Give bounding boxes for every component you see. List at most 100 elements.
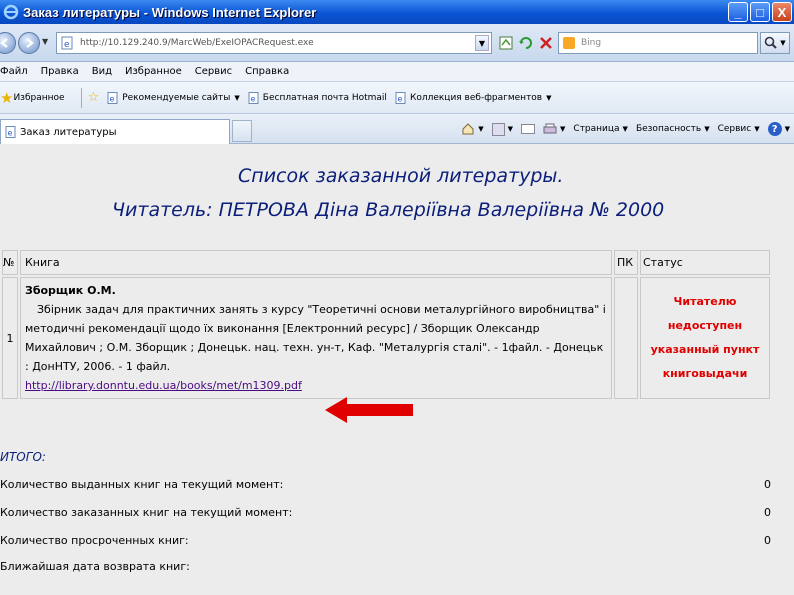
tab-row: e Заказ литературы ▼ ▼ ▼ Страница ▼ Безо… <box>0 114 794 144</box>
maximize-button[interactable]: □ <box>750 2 770 22</box>
favorites-bar: ★ Избранное ☆ e Рекомендуемые сайты ▼ e … <box>0 82 794 114</box>
table-row: 1 Зборщик О.М. Збірник задач для практич… <box>2 277 770 399</box>
back-button[interactable] <box>0 31 16 54</box>
page-icon: e <box>61 36 73 50</box>
stat-overdue-label: Количество просроченных книг: <box>0 534 189 547</box>
back-arrow-icon <box>0 37 8 48</box>
stop-icon <box>540 37 552 49</box>
fav-web-slices-label: Коллекция веб-фрагментов <box>409 92 543 103</box>
stat-overdue-value: 0 <box>764 534 771 547</box>
favorites-button[interactable]: ★ Избранное <box>0 89 65 107</box>
new-tab-button[interactable] <box>232 120 252 142</box>
forward-button[interactable] <box>18 31 40 54</box>
stop-button[interactable] <box>536 33 556 53</box>
book-link[interactable]: http://library.donntu.edu.ua/books/met/m… <box>25 379 302 392</box>
svg-text:e: e <box>250 94 255 103</box>
home-button[interactable]: ▼ <box>461 122 484 136</box>
minimize-button[interactable]: _ <box>728 2 748 22</box>
window-title: Заказ литературы - Windows Internet Expl… <box>23 4 317 20</box>
help-button[interactable]: ? ▼ <box>767 122 790 136</box>
history-dropdown-icon[interactable]: ▼ <box>42 37 48 46</box>
search-icon <box>764 36 778 49</box>
header-num: № <box>2 250 18 275</box>
page-content: Список заказанной литературы. Читатель: … <box>0 145 794 595</box>
page-menu[interactable]: Страница ▼ <box>573 124 628 134</box>
fav-hotmail[interactable]: e Бесплатная почта Hotmail <box>248 91 387 104</box>
favorites-label: Избранное <box>13 92 65 103</box>
compatibility-icon <box>499 36 513 50</box>
stat-issued-value: 0 <box>764 478 771 491</box>
book-author: Зборщик О.М. <box>25 284 116 297</box>
red-arrow-icon <box>325 397 413 423</box>
chevron-down-icon: ▼ <box>507 125 514 133</box>
address-url: http://10.129.240.9/MarcWeb/ExeIOPACRequ… <box>80 38 314 48</box>
compatibility-button[interactable] <box>496 33 516 53</box>
fav-suggested-label: Рекомендуемые сайты <box>122 92 231 103</box>
stat-issued-label: Количество выданных книг на текущий моме… <box>0 478 284 491</box>
address-input[interactable]: e http://10.129.240.9/MarcWeb/ExeIOPACRe… <box>56 32 492 54</box>
svg-text:e: e <box>110 94 115 103</box>
row-pk <box>614 277 638 399</box>
menu-edit[interactable]: Правка <box>41 66 79 77</box>
menu-tools[interactable]: Сервис <box>195 66 232 77</box>
address-toolbar: ▼ e http://10.129.240.9/MarcWeb/ExeIOPAC… <box>0 24 794 62</box>
ordered-books-table: № Книга ПК Статус 1 Зборщик О.М. Збірник… <box>0 248 772 401</box>
add-favorite-icon[interactable]: ☆ <box>88 90 100 105</box>
page-icon: e <box>248 91 259 104</box>
svg-text:e: e <box>8 129 13 138</box>
search-input[interactable]: Bing <box>558 32 758 54</box>
feeds-button[interactable]: ▼ <box>491 122 514 136</box>
home-icon <box>462 123 474 135</box>
tab-current[interactable]: e Заказ литературы <box>0 119 230 144</box>
fav-web-slices[interactable]: e Коллекция веб-фрагментов ▼ <box>395 91 552 104</box>
menu-file[interactable]: Файл <box>0 66 28 77</box>
menu-help[interactable]: Справка <box>245 66 289 77</box>
page-menu-label: Страница <box>573 124 620 134</box>
chevron-down-icon: ▼ <box>704 125 710 133</box>
chevron-down-icon: ▼ <box>754 125 760 133</box>
favorites-separator <box>80 87 82 108</box>
menu-view[interactable]: Вид <box>92 66 112 77</box>
search-dropdown-icon[interactable]: ▼ <box>780 39 785 47</box>
refresh-icon <box>519 37 532 49</box>
chevron-down-icon: ▼ <box>622 125 628 133</box>
print-button[interactable]: ▼ <box>543 123 565 136</box>
page-icon: e <box>5 126 16 138</box>
table-header-row: № Книга ПК Статус <box>2 250 770 275</box>
page-icon: e <box>107 91 118 104</box>
window-titlebar: Заказ литературы - Windows Internet Expl… <box>0 0 794 24</box>
chevron-down-icon: ▼ <box>784 125 790 133</box>
tools-menu[interactable]: Сервис ▼ <box>718 124 760 134</box>
safety-menu[interactable]: Безопасность ▼ <box>636 124 710 134</box>
address-dropdown-icon[interactable]: ▼ <box>475 35 489 51</box>
mail-button[interactable] <box>521 123 536 135</box>
summary-title: ИТОГО: <box>0 450 46 464</box>
stat-ordered-label: Количество заказанных книг на текущий мо… <box>0 506 293 519</box>
chevron-down-icon: ▼ <box>478 125 484 133</box>
fav-suggested-sites[interactable]: e Рекомендуемые сайты ▼ <box>107 91 240 104</box>
search-button[interactable]: ▼ <box>760 32 790 54</box>
command-bar: ▼ ▼ ▼ Страница ▼ Безопасность ▼ Сервис ▼… <box>453 122 790 136</box>
book-description: Збірник задач для практичних занять з ку… <box>25 303 606 373</box>
chevron-down-icon: ▼ <box>546 93 552 102</box>
chevron-down-icon: ▼ <box>234 93 240 102</box>
close-button[interactable]: X <box>772 2 792 22</box>
search-placeholder: Bing <box>581 38 602 48</box>
svg-text:e: e <box>397 94 402 103</box>
menu-bar: Файл Правка Вид Избранное Сервис Справка <box>0 62 794 82</box>
rss-icon <box>491 122 505 136</box>
refresh-button[interactable] <box>516 33 536 53</box>
tab-label: Заказ литературы <box>20 126 117 138</box>
star-icon: ★ <box>0 88 14 107</box>
page-icon: e <box>395 91 406 104</box>
svg-text:e: e <box>64 40 70 50</box>
tools-menu-label: Сервис <box>717 124 752 134</box>
menu-favorites[interactable]: Избранное <box>125 66 182 77</box>
chevron-down-icon: ▼ <box>560 125 566 133</box>
row-num: 1 <box>2 277 18 399</box>
header-status: Статус <box>640 250 770 275</box>
status-badge: Читателю недоступен указанный пункт книг… <box>640 277 770 399</box>
reader-heading: Читатель: ПЕТРОВА Діна Валеріївна Валері… <box>112 199 665 221</box>
stat-ordered-value: 0 <box>764 506 771 519</box>
stat-return-date-label: Ближайшая дата возврата книг: <box>0 560 190 573</box>
